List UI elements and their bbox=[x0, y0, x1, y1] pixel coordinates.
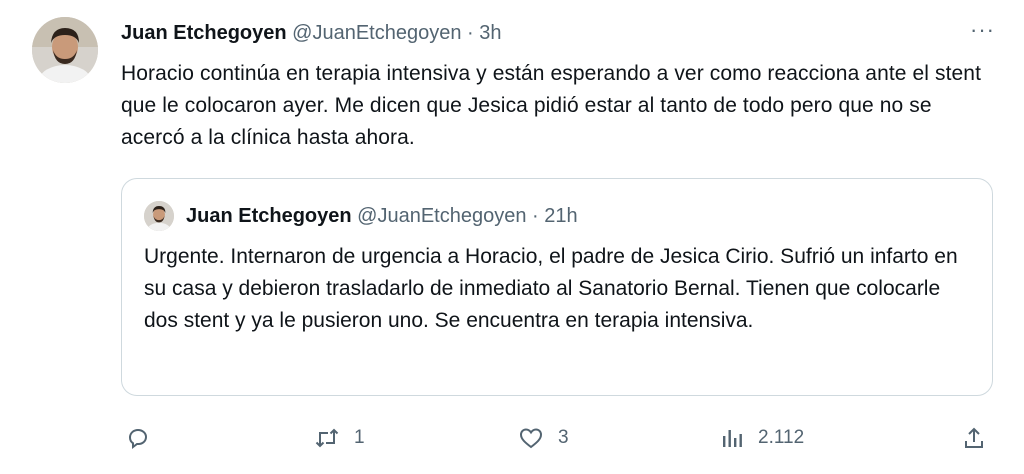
tweet-text: Horacio continúa en terapia intensiva y … bbox=[121, 62, 982, 149]
quoted-author-handle: @JuanEtchegoyen bbox=[357, 205, 527, 227]
author-handle[interactable]: @JuanEtchegoyen bbox=[292, 22, 461, 44]
like-button[interactable]: 3 bbox=[518, 418, 569, 458]
author-name[interactable]: Juan Etchegoyen bbox=[121, 22, 287, 44]
like-icon bbox=[518, 426, 544, 450]
retweet-count: 1 bbox=[354, 427, 365, 448]
views-button[interactable]: 2.112 bbox=[720, 418, 804, 458]
more-icon[interactable]: ··· bbox=[970, 19, 995, 41]
tweet-time[interactable]: 3h bbox=[479, 22, 501, 44]
action-bar: 1 3 2.112 bbox=[0, 418, 1024, 458]
quoted-separator: · bbox=[532, 205, 539, 227]
quoted-text: Urgente. Internaron de urgencia a Horaci… bbox=[144, 245, 958, 332]
quoted-time: 21h bbox=[544, 205, 578, 227]
tweet-header: Juan Etchegoyen @JuanEtchegoyen · 3h bbox=[121, 22, 502, 45]
retweet-icon bbox=[314, 426, 340, 450]
header-separator: · bbox=[467, 22, 474, 44]
reply-button[interactable] bbox=[126, 418, 164, 458]
avatar[interactable] bbox=[32, 17, 98, 83]
quoted-avatar bbox=[144, 201, 174, 231]
views-count: 2.112 bbox=[758, 427, 805, 448]
reply-icon bbox=[126, 426, 150, 450]
retweet-button[interactable]: 1 bbox=[314, 418, 365, 458]
quoted-tweet[interactable]: Juan Etchegoyen @JuanEtchegoyen · 21h Ur… bbox=[121, 178, 993, 396]
quoted-header: Juan Etchegoyen @JuanEtchegoyen · 21h bbox=[186, 205, 578, 228]
quoted-author-name: Juan Etchegoyen bbox=[186, 205, 352, 227]
views-icon bbox=[720, 426, 744, 450]
share-button[interactable] bbox=[962, 418, 986, 458]
share-icon bbox=[962, 426, 986, 450]
like-count: 3 bbox=[558, 427, 569, 448]
